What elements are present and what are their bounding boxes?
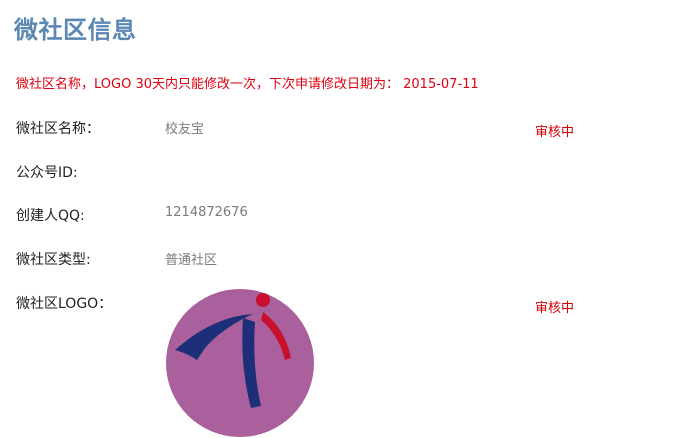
page-title: 微社区信息	[14, 16, 137, 44]
community-type-label: 微社区类型:	[16, 252, 91, 268]
community-name-label: 微社区名称：	[16, 121, 100, 137]
creator-qq-value: 1214872676	[165, 205, 248, 220]
modification-notice: 微社区名称，LOGO 30天内只能修改一次，下次申请修改日期为： 2015-07…	[16, 77, 479, 92]
community-name-status: 审核中	[535, 125, 575, 140]
community-logo-label: 微社区LOGO：	[16, 296, 113, 312]
community-name-value: 校友宝	[165, 122, 205, 137]
public-id-label: 公众号ID:	[16, 165, 78, 181]
community-logo-icon	[165, 288, 315, 438]
community-type-value: 普通社区	[165, 253, 218, 268]
community-logo-status: 审核中	[535, 301, 575, 316]
creator-qq-label: 创建人QQ:	[16, 208, 85, 224]
